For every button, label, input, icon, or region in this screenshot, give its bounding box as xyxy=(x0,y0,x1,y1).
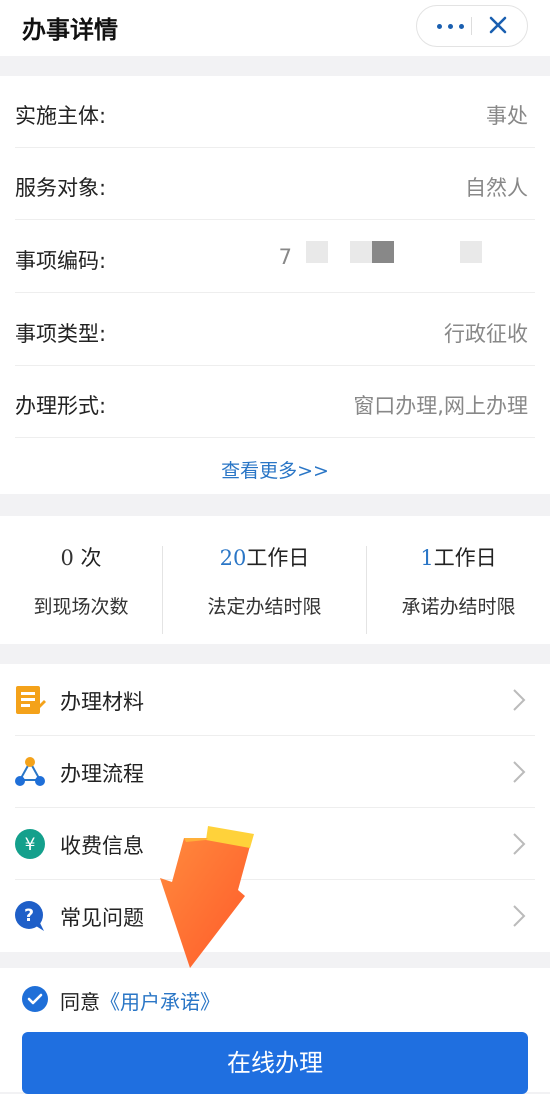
detail-label: 事项类型: xyxy=(15,322,107,346)
menu-item-label: 办理材料 xyxy=(60,690,144,714)
stat-number: 20 xyxy=(219,546,247,570)
chevron-right-icon xyxy=(513,689,526,711)
detail-value: 7 xyxy=(278,245,292,269)
stat-unit: 工作日 xyxy=(246,546,310,570)
detail-row-type: 事项类型: 行政征收 xyxy=(0,294,550,366)
document-icon xyxy=(14,684,46,716)
stats-card: 0 次 到现场次数 20工作日 法定办结时限 1工作日 承诺办结时限 xyxy=(0,516,550,644)
arrow-down-icon xyxy=(160,826,254,968)
agree-prefix: 同意 xyxy=(60,990,100,1014)
chevron-right-icon xyxy=(513,761,526,783)
agreement-section: 同意《用户承诺》 在线办理 xyxy=(0,968,550,1094)
stat-visits: 0 次 到现场次数 xyxy=(0,516,162,661)
menu-item-faq[interactable]: ? 常见问题 xyxy=(0,880,550,952)
user-promise-link[interactable]: 《用户承诺》 xyxy=(100,990,220,1014)
detail-label: 办理形式: xyxy=(15,394,107,418)
detail-label: 实施主体: xyxy=(15,104,107,128)
mini-program-capsule xyxy=(416,5,528,47)
yuan-icon: ¥ xyxy=(14,828,46,860)
page-title: 办事详情 xyxy=(22,16,118,44)
checkbox-checked-icon[interactable] xyxy=(22,986,48,1012)
stat-unit: 工作日 xyxy=(433,546,497,570)
stat-caption: 到现场次数 xyxy=(33,596,129,618)
stat-caption: 法定办结时限 xyxy=(207,596,322,618)
svg-text:¥: ¥ xyxy=(25,835,36,855)
stat-promise-limit: 1工作日 承诺办结时限 xyxy=(367,516,550,661)
redacted-block xyxy=(460,241,482,263)
menu-item-process[interactable]: 办理流程 xyxy=(0,736,550,808)
menu-item-label: 收费信息 xyxy=(60,834,144,858)
menu-item-materials[interactable]: 办理材料 xyxy=(0,664,550,736)
close-icon[interactable] xyxy=(477,6,521,46)
menu-card: 办理材料 办理流程 ¥ 收费信息 ? 常见问题 xyxy=(0,664,550,952)
redacted-block xyxy=(306,241,328,263)
chevron-right-icon xyxy=(513,905,526,927)
question-icon: ? xyxy=(14,900,46,932)
menu-item-label: 办理流程 xyxy=(60,762,144,786)
online-apply-button[interactable]: 在线办理 xyxy=(22,1032,528,1094)
details-card: 实施主体: 事处 服务对象: 自然人 事项编码: 7 事项类型: 行政征收 办理… xyxy=(0,76,550,494)
stat-unit: 次 xyxy=(80,546,102,570)
detail-value: 自然人 xyxy=(465,176,528,200)
detail-label: 服务对象: xyxy=(15,176,107,200)
detail-row-target: 服务对象: 自然人 xyxy=(0,148,550,220)
redacted-block xyxy=(350,241,372,263)
capsule-divider xyxy=(471,17,472,35)
detail-value: 窗口办理,网上办理 xyxy=(353,394,528,418)
flow-icon xyxy=(14,756,46,788)
detail-value: 行政征收 xyxy=(444,322,528,346)
stat-number: 0 xyxy=(60,546,74,570)
detail-label: 事项编码: xyxy=(15,249,107,273)
chevron-right-icon xyxy=(513,833,526,855)
header-bar: 办事详情 xyxy=(0,0,550,56)
redacted-block xyxy=(372,241,394,263)
more-icon[interactable] xyxy=(437,6,471,46)
see-more-link[interactable]: 查看更多>> xyxy=(0,456,550,483)
detail-value: 事处 xyxy=(486,104,528,128)
svg-text:?: ? xyxy=(24,906,34,926)
stat-legal-limit: 20工作日 法定办结时限 xyxy=(163,516,366,661)
detail-row-subject: 实施主体: 事处 xyxy=(0,76,550,148)
detail-row-form: 办理形式: 窗口办理,网上办理 xyxy=(0,366,550,438)
menu-item-label: 常见问题 xyxy=(60,906,144,930)
stat-number: 1 xyxy=(420,546,434,570)
stat-caption: 承诺办结时限 xyxy=(401,596,516,618)
menu-item-fees[interactable]: ¥ 收费信息 xyxy=(0,808,550,880)
detail-row-code: 事项编码: 7 xyxy=(0,221,550,293)
